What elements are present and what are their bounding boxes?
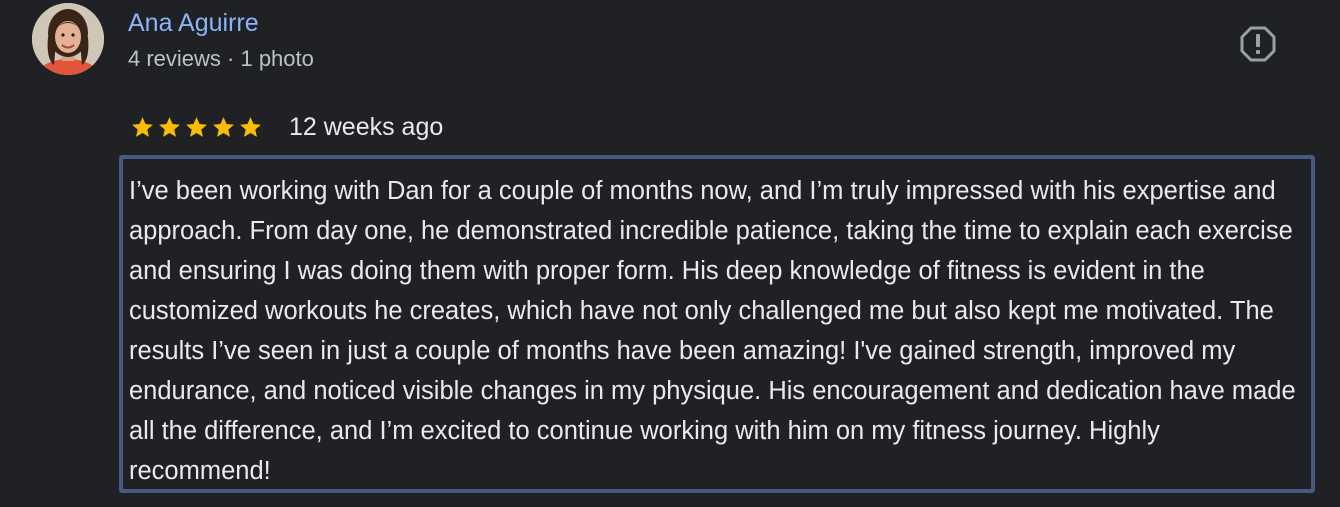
- star-icon: [159, 116, 180, 137]
- star-icon: [132, 116, 153, 137]
- rating-row: 12 weeks ago: [130, 110, 443, 144]
- review-card: Ana Aguirre 4 reviews · 1 photo 12 weeks…: [0, 0, 1340, 507]
- report-flag-icon[interactable]: [1238, 24, 1278, 64]
- author-review-count: 4 reviews · 1 photo: [128, 46, 314, 71]
- review-date: 12 weeks ago: [289, 113, 444, 141]
- author-name-link[interactable]: Ana Aguirre: [128, 6, 259, 40]
- star-rating: [130, 115, 263, 140]
- star-icon: [240, 116, 261, 137]
- star-icon: [213, 116, 234, 137]
- star-icon: [186, 116, 207, 137]
- review-text: I’ve been working with Dan for a couple …: [129, 177, 1296, 485]
- review-text-box: I’ve been working with Dan for a couple …: [119, 155, 1315, 493]
- avatar[interactable]: [32, 3, 104, 75]
